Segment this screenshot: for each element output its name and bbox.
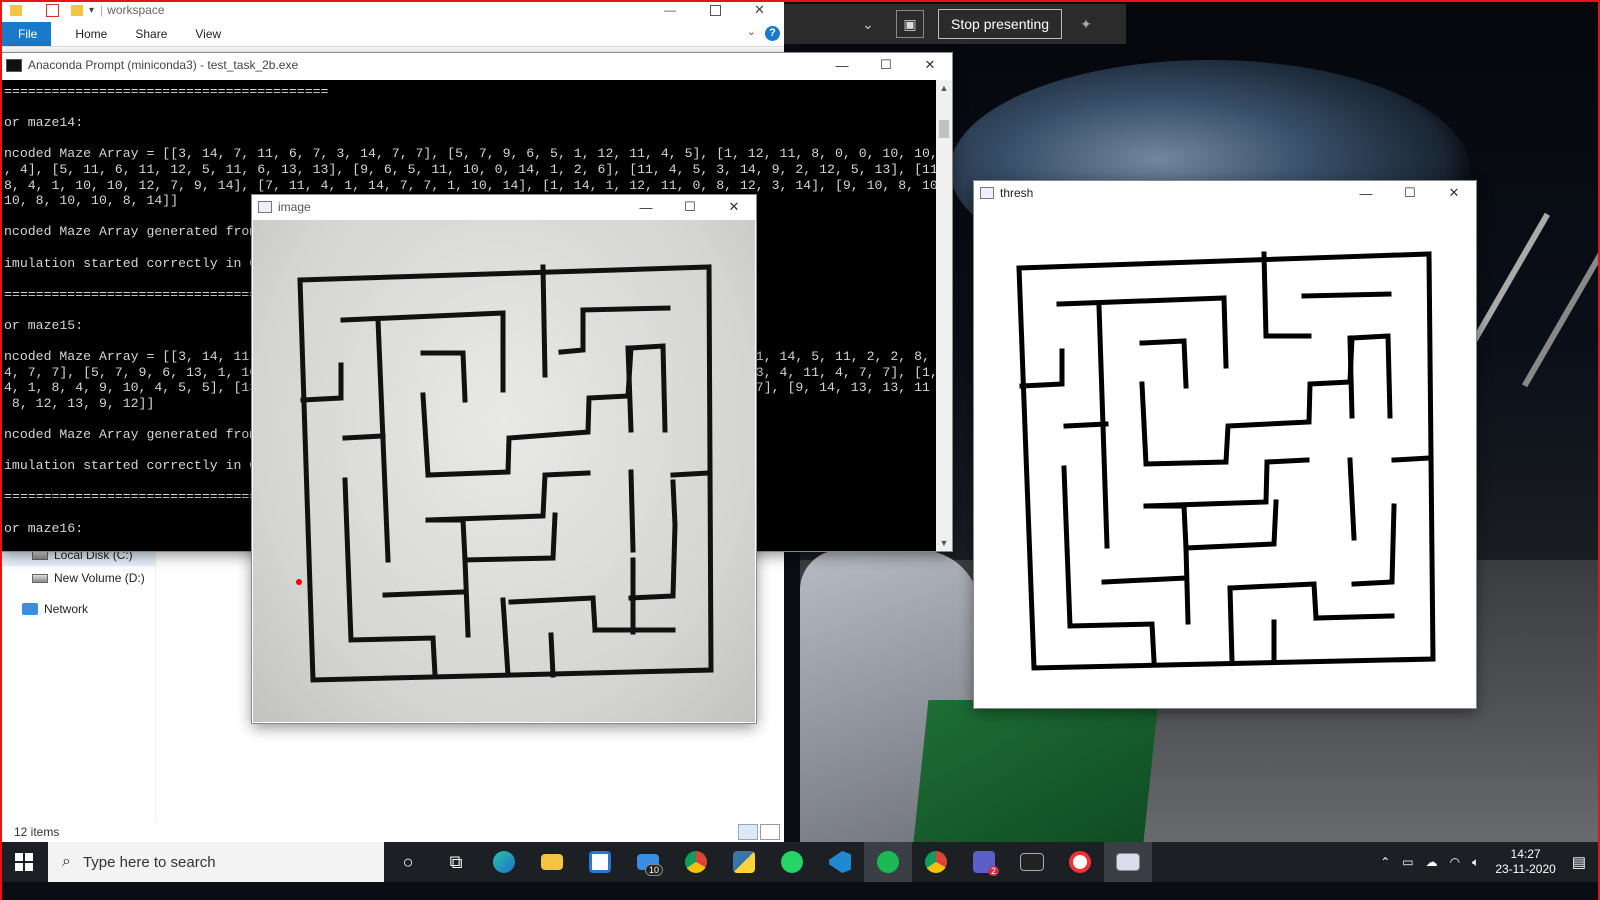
ribbon-tabs: File Home Share View ⌄ ? [0, 22, 784, 47]
new-folder-icon[interactable] [71, 4, 83, 16]
search-icon: ⌕ [62, 853, 71, 870]
green-crate [911, 700, 1159, 860]
stop-presenting-button[interactable]: Stop presenting [938, 9, 1063, 39]
window-icon [258, 201, 272, 213]
properties-icon[interactable] [46, 3, 59, 17]
maximize-button[interactable]: ☐ [1388, 181, 1432, 205]
selected-point-marker [296, 579, 302, 585]
screen-share-icon[interactable]: ▣ [896, 10, 924, 38]
tab-view[interactable]: View [181, 27, 235, 41]
whatsapp-icon[interactable] [768, 842, 816, 882]
close-button[interactable]: ✕ [1432, 181, 1476, 205]
window-icon [980, 187, 994, 199]
console-titlebar: Anaconda Prompt (miniconda3) - test_task… [0, 53, 952, 77]
customize-dropdown-icon[interactable]: ▾ [89, 5, 94, 16]
maximize-button[interactable]: ☐ [668, 195, 712, 219]
nav-item-network[interactable]: Network [22, 602, 88, 616]
thresh-title: thresh [1000, 186, 1034, 200]
vertical-scrollbar[interactable]: ▲ ▼ [936, 80, 952, 551]
system-tray: ⌃ ▭ ☁ ◠ 🔈︎ 14:27 23-11-2020 ▤ [1374, 842, 1600, 882]
console-title: Anaconda Prompt (miniconda3) - test_task… [28, 58, 299, 72]
close-button[interactable]: ✕ [754, 2, 765, 18]
maze-photo [253, 220, 755, 722]
mail-badge: 10 [644, 864, 663, 876]
clock-time: 14:27 [1510, 847, 1541, 861]
minimize-button[interactable]: — [820, 53, 864, 77]
teams-badge: 2 [987, 866, 999, 876]
teams-icon[interactable]: 2 [960, 842, 1008, 882]
explorer-titlebar: ▾ | workspace — ✕ [0, 0, 784, 20]
thresh-window: thresh — ☐ ✕ [974, 181, 1476, 708]
lander-ladder [1464, 212, 1600, 388]
explorer-title: workspace [107, 3, 165, 17]
store-icon[interactable] [576, 842, 624, 882]
tab-file[interactable]: File [0, 22, 52, 46]
drive-icon [32, 573, 48, 583]
volume-icon[interactable]: 🔈︎ [1472, 855, 1479, 870]
status-bar: 12 items [0, 822, 784, 842]
cortana-icon[interactable]: ○ [384, 842, 432, 882]
maze-photo-drawing [296, 264, 714, 683]
close-button[interactable]: ✕ [712, 195, 756, 219]
python-idle-icon[interactable] [720, 842, 768, 882]
chrome-profile-icon[interactable] [912, 842, 960, 882]
nav-label: New Volume (D:) [54, 571, 145, 585]
search-placeholder: Type here to search [82, 853, 216, 871]
image-titlebar: image — ☐ ✕ [252, 195, 756, 219]
onedrive-icon[interactable]: ☁ [1426, 855, 1438, 869]
scroll-thumb[interactable] [939, 120, 949, 138]
task-view-icon[interactable]: ⧉ [432, 842, 480, 882]
details-view-icon[interactable] [738, 824, 758, 840]
vscode-icon[interactable] [816, 842, 864, 882]
spotify-icon[interactable] [864, 842, 912, 882]
edge-icon[interactable] [480, 842, 528, 882]
chrome-icon[interactable] [672, 842, 720, 882]
title-separator: | [100, 3, 104, 17]
mail-icon[interactable]: 10 [624, 842, 672, 882]
clock-date: 23-11-2020 [1495, 862, 1556, 876]
opencv-icon[interactable] [1056, 842, 1104, 882]
terminal-app-icon[interactable] [1008, 842, 1056, 882]
minimize-button[interactable]: — [624, 195, 668, 219]
python-window-icon[interactable] [1104, 842, 1152, 882]
maximize-button[interactable]: ☐ [864, 53, 908, 77]
nav-label: Network [44, 602, 89, 616]
thresh-maze-drawing [1016, 251, 1436, 671]
taskbar: ⌕ Type here to search ○ ⧉ 10 2 ⌃ ▭ ☁ ◠ 🔈… [0, 842, 1600, 882]
help-icon[interactable]: ? [765, 26, 780, 41]
terminal-icon [6, 58, 22, 72]
chevron-down-icon[interactable]: ⌄ [862, 16, 886, 33]
thresh-titlebar: thresh — ☐ ✕ [974, 181, 1476, 205]
large-icons-view-icon[interactable] [760, 824, 780, 840]
item-count: 12 items [14, 825, 60, 839]
drive-icon [32, 550, 48, 560]
folder-icon [10, 4, 22, 16]
windows-logo-icon [15, 853, 33, 871]
pin-icon[interactable]: ✦ [1080, 16, 1092, 33]
presenting-toolbar: ⌄ ▣ Stop presenting ✦ [784, 4, 1126, 44]
thresh-image [974, 206, 1476, 708]
tab-share[interactable]: Share [121, 27, 181, 41]
tab-home[interactable]: Home [61, 27, 121, 41]
maximize-button[interactable] [710, 4, 721, 16]
search-box[interactable]: ⌕ Type here to search [48, 842, 384, 882]
start-button[interactable] [0, 842, 48, 882]
network-icon [22, 603, 38, 615]
chevron-up-icon[interactable]: ⌃ [1380, 855, 1390, 869]
wifi-icon[interactable]: ◠ [1450, 855, 1460, 869]
close-button[interactable]: ✕ [908, 53, 952, 77]
scroll-down-icon[interactable]: ▼ [936, 535, 952, 551]
nav-divider [155, 550, 156, 822]
scroll-up-icon[interactable]: ▲ [936, 80, 952, 96]
image-title: image [278, 200, 311, 214]
clock[interactable]: 14:27 23-11-2020 [1495, 847, 1556, 877]
minimize-button[interactable]: — [1344, 181, 1388, 205]
expand-ribbon-icon[interactable]: ⌄ [747, 25, 756, 38]
notifications-icon[interactable]: ▤ [1572, 853, 1586, 871]
image-window: image — ☐ ✕ [252, 195, 756, 723]
file-explorer-icon[interactable] [528, 842, 576, 882]
minimize-button[interactable]: — [664, 3, 676, 17]
nav-item-new-volume[interactable]: New Volume (D:) [32, 571, 145, 585]
battery-icon[interactable]: ▭ [1402, 855, 1413, 869]
